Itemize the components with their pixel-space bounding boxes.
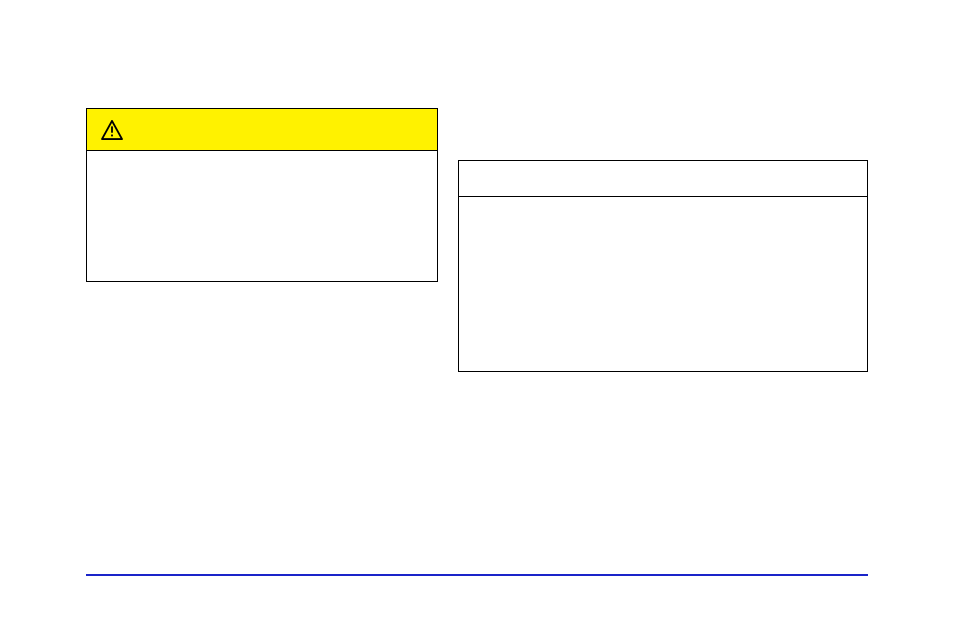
warning-triangle-icon <box>101 120 123 140</box>
caution-header <box>87 109 437 151</box>
footer-rule <box>86 574 868 576</box>
notice-header <box>459 161 867 197</box>
notice-body-text <box>459 197 867 371</box>
caution-body-text <box>87 151 437 281</box>
notice-box <box>458 160 868 372</box>
caution-box <box>86 108 438 282</box>
